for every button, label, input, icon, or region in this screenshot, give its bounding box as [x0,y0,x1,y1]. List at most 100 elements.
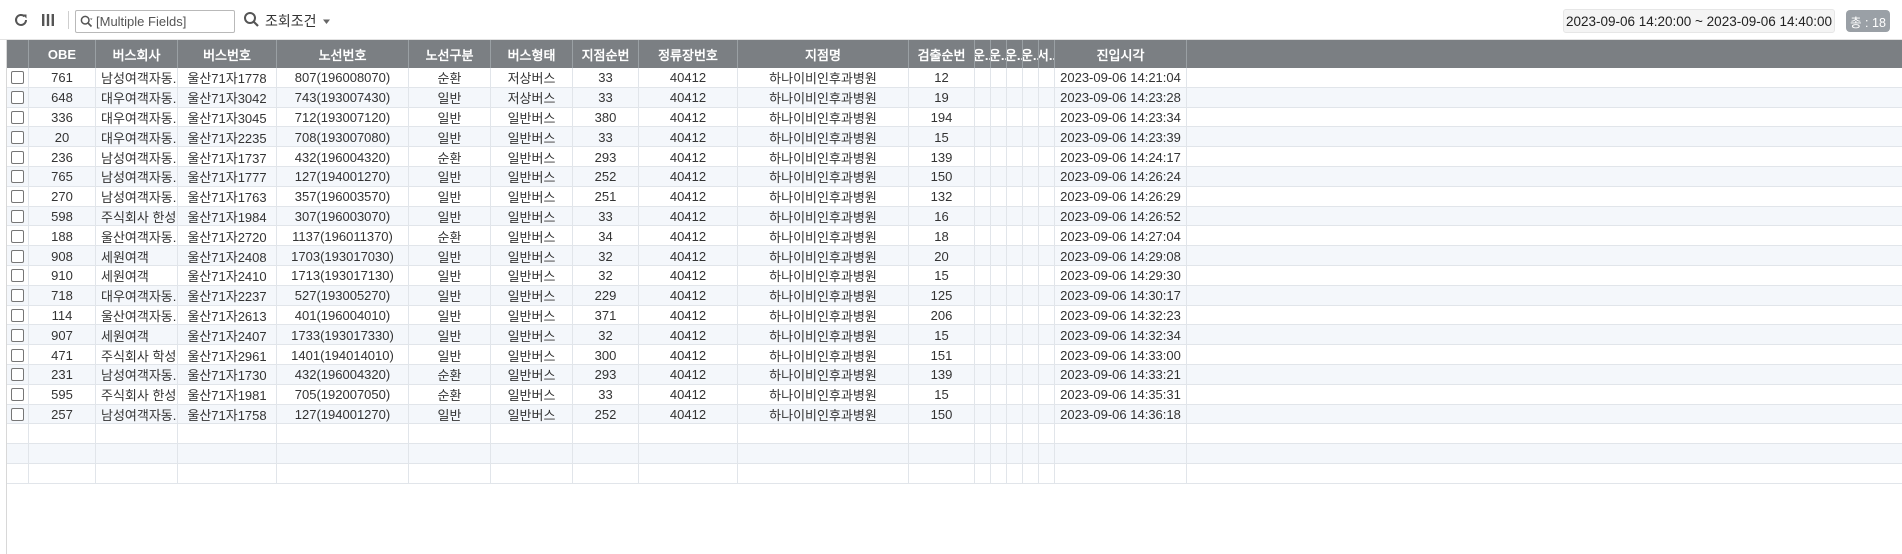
row-checkbox[interactable] [11,229,24,243]
column-header-stop-name[interactable]: 지점명 [738,40,909,68]
row-checkbox[interactable] [11,150,24,164]
row-checkbox[interactable] [11,130,24,144]
cell-route-number: 712(193007120) [277,107,409,128]
empty-cell [975,444,991,465]
cell-svc [1039,127,1055,148]
cell-op3 [1007,186,1023,207]
table-row[interactable]: 908 세원여객 울산71자2408 1703(193017030) 일반 일반버스 32 4… [7,246,1902,266]
cell-route-number: 1713(193017130) [277,266,409,286]
column-header-bus-type[interactable]: 버스형태 [491,40,573,68]
search-input[interactable] [96,11,232,32]
table-row[interactable]: 648 대우여객자동... 울산71자3042 743(193007430) 일반 저상버… [7,87,1902,108]
table-row[interactable]: 598주식회사 한성...울산71자1984307(196003070)일반일반… [7,206,1902,227]
table-row[interactable]: 471주식회사 학성...울산71자29611401(194014010)일반일… [7,345,1902,365]
column-header-op3[interactable]: 운.. [1007,40,1023,68]
cell-stop-number: 40412 [639,305,738,326]
search-condition-label: 조회조건 [265,13,317,29]
search-condition-button[interactable]: 조회조건 [243,9,331,33]
column-header-bus-number[interactable]: 버스번호 [178,40,277,68]
cell-op1 [975,246,991,266]
row-checkbox[interactable] [11,91,24,105]
table-row[interactable]: 236 남성여객자동... 울산71자1737 432(196004320) 순환 일반버… [7,147,1902,167]
cell-op3 [1007,127,1023,148]
cell-op4 [1023,365,1039,385]
cell-stop-number: 40412 [639,127,738,148]
cell-op4 [1023,147,1039,167]
cell-bus-number: 울산71자1981 [178,384,277,405]
columns-icon[interactable] [37,9,59,31]
cell-route-type: 순환 [409,68,491,88]
row-checkbox[interactable] [11,348,24,362]
refresh-icon[interactable] [10,9,32,31]
cell-op2 [991,87,1007,108]
column-header-stop-number[interactable]: 정류장번호 [639,40,738,68]
column-header-op1[interactable]: 운.. [975,40,991,68]
table-row[interactable]: 188 울산여객자동... 울산71자2720 1137(196011370) 순환 일반… [7,226,1902,247]
cell-stop-order: 33 [573,384,639,405]
row-checkbox[interactable] [11,388,24,402]
row-checkbox[interactable] [11,269,24,283]
row-checkbox[interactable] [11,170,24,184]
column-header-stop-order[interactable]: 지점순번 [573,40,639,68]
table-row[interactable]: 761 남성여객자동... 울산71자1778 807(196008070) 순환 저상버… [7,68,1902,88]
column-header-select[interactable] [7,40,29,68]
row-checkbox[interactable] [11,368,24,382]
row-checkbox[interactable] [11,249,24,263]
row-checkbox[interactable] [11,328,24,342]
cell-bus-type: 일반버스 [491,206,573,227]
column-header-op4[interactable]: 운.. [1023,40,1039,68]
column-header-route-number[interactable]: 노선번호 [277,40,409,68]
empty-cell [573,444,639,465]
column-header-bus-company[interactable]: 버스회사 [96,40,178,68]
column-header-svc[interactable]: 서.. [1039,40,1055,68]
cell-bus-type: 일반버스 [491,305,573,326]
cell-bus-number: 울산71자1730 [178,365,277,385]
column-header-detect-order[interactable]: 검출순번 [909,40,975,68]
table-row[interactable]: 20 대우여객자동... 울산71자2235 708(193007080) 일반 일반버스… [7,127,1902,148]
cell-route-number: 1733(193017330) [277,325,409,346]
row-checkbox[interactable] [11,190,24,204]
empty-cell [1055,464,1187,485]
cell-op4 [1023,87,1039,108]
table-row[interactable]: 718 대우여객자동... 울산71자2237 527(193005270) 일반 일반버… [7,285,1902,306]
empty-cell [96,464,178,485]
table-row[interactable]: 231 남성여객자동... 울산71자1730 432(196004320) 순환 일반버… [7,365,1902,385]
date-range-selector[interactable]: 2023-09-06 14:20:00 ~ 2023-09-06 14:40:0… [1563,9,1835,33]
cell-entry-time: 2023-09-06 14:29:30 [1055,266,1187,286]
cell-obe: 114 [29,305,96,326]
row-checkbox[interactable] [11,71,24,85]
cell-route-number: 807(196008070) [277,68,409,88]
column-header-entry-time[interactable]: 진입시각 [1055,40,1187,68]
cell-svc [1039,107,1055,128]
cell-svc [1039,266,1055,286]
table-row[interactable]: 595주식회사 한성...울산71자1981705(192007050)순환일반… [7,384,1902,405]
cell-op2 [991,107,1007,128]
table-row[interactable]: 257 남성여객자동... 울산71자1758 127(194001270) 일반 일반버… [7,404,1902,425]
cell-obe: 765 [29,167,96,187]
table-row[interactable]: 114 울산여객자동... 울산71자2613 401(196004010) 일반 일반버… [7,305,1902,326]
column-header-route-type[interactable]: 노선구분 [409,40,491,68]
cell-bus-number: 울산71자1758 [178,404,277,425]
table-row[interactable]: 765 남성여객자동... 울산71자1777 127(194001270) 일반 일반버… [7,167,1902,187]
row-checkbox[interactable] [11,308,24,322]
row-select-cell [7,147,29,167]
cell-route-type: 일반 [409,107,491,128]
search-field[interactable] [75,10,235,33]
table-row[interactable]: 270 남성여객자동... 울산71자1763 357(196003570) 일반 일반버… [7,186,1902,207]
cell-bus-type: 일반버스 [491,107,573,128]
cell-op4 [1023,404,1039,425]
cell-entry-time: 2023-09-06 14:35:31 [1055,384,1187,405]
cell-op1 [975,68,991,88]
column-header-obe[interactable]: OBE [29,40,96,68]
row-checkbox[interactable] [11,110,24,124]
cell-obe: 471 [29,345,96,365]
row-checkbox[interactable] [11,289,24,303]
cell-op3 [1007,325,1023,346]
column-header-op2[interactable]: 운.. [991,40,1007,68]
row-checkbox[interactable] [11,407,24,421]
table-row[interactable]: 907 세원여객 울산71자2407 1733(193017330) 일반 일반버스 32 4… [7,325,1902,346]
table-row[interactable]: 336 대우여객자동... 울산71자3045 712(193007120) 일반 일반버… [7,107,1902,128]
cell-entry-time: 2023-09-06 14:33:21 [1055,365,1187,385]
table-row[interactable]: 910 세원여객 울산71자2410 1713(193017130) 일반 일반버스 32 4… [7,266,1902,286]
row-checkbox[interactable] [11,209,24,223]
